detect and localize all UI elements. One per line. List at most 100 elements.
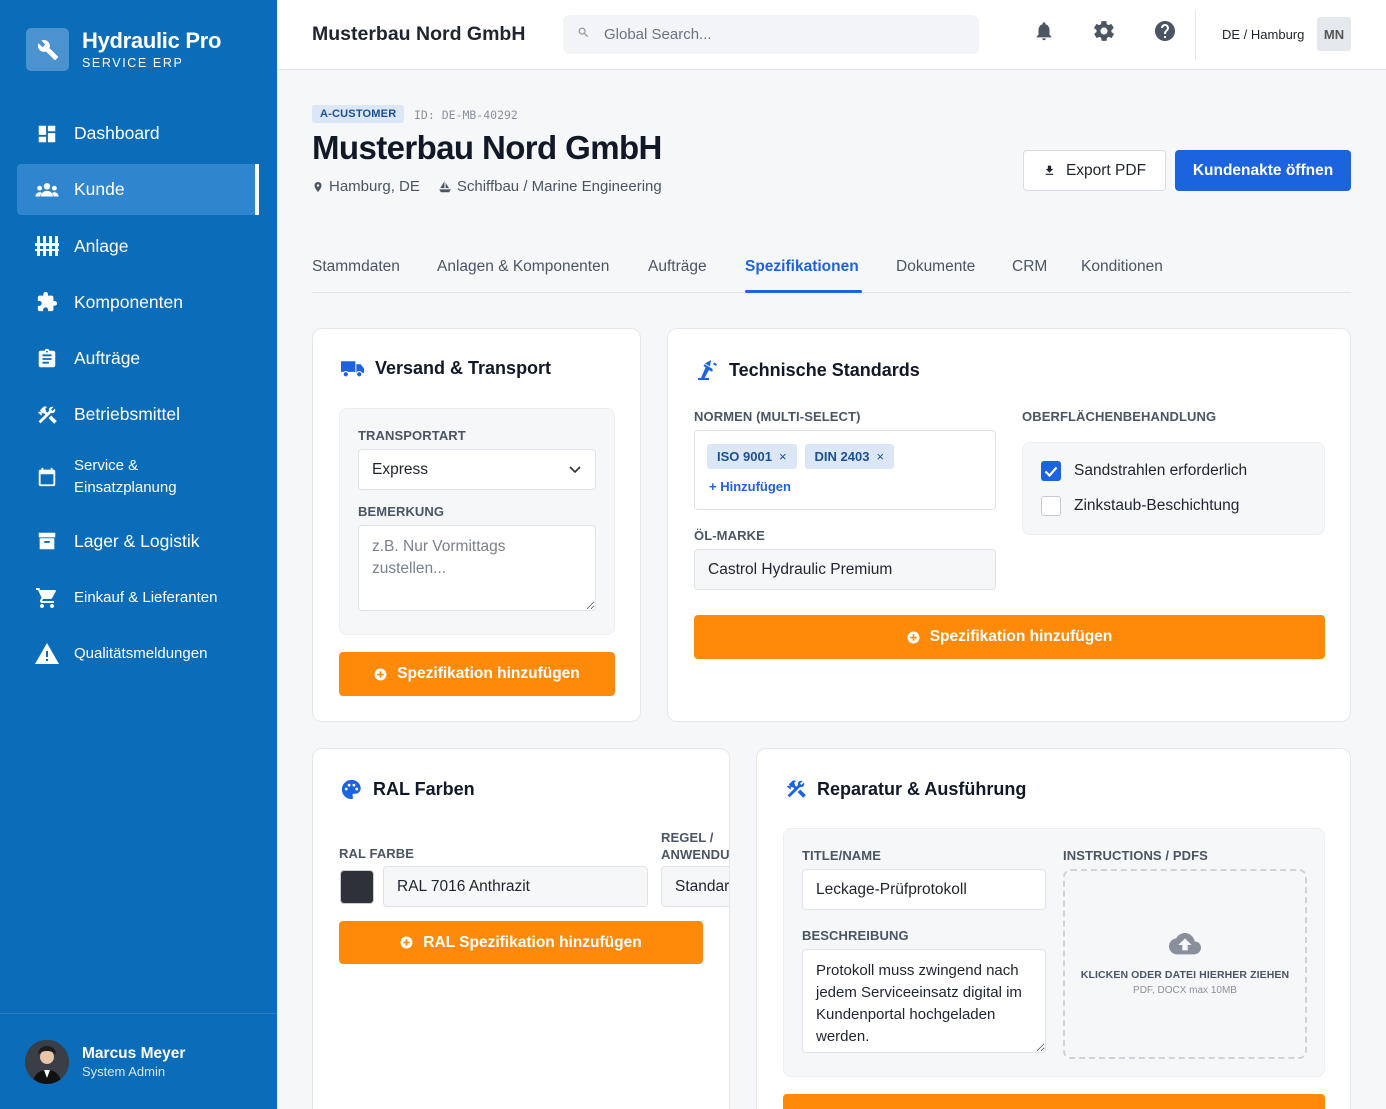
palette-icon — [341, 779, 361, 800]
customer-location: Hamburg, DE — [329, 178, 420, 195]
remark-textarea[interactable] — [358, 525, 596, 611]
sidebar-item-lager[interactable]: Lager & Logistik — [17, 516, 259, 567]
tab-spezifikationen[interactable]: Spezifikationen — [745, 258, 859, 276]
add-ral-spec-button[interactable]: RAL Spezifikation hinzufügen — [339, 921, 703, 964]
tab-stammdaten[interactable]: Stammdaten — [312, 258, 400, 276]
tab-crm[interactable]: CRM — [1012, 258, 1047, 276]
description-textarea[interactable] — [802, 949, 1046, 1053]
sidebar-item-service[interactable]: Service & Einsatzplanung — [17, 446, 259, 508]
sidebar-item-kunde[interactable]: Kunde — [17, 164, 259, 216]
card-title: Versand & Transport — [375, 358, 552, 378]
remark-label: BEMERKUNG — [358, 504, 445, 519]
title-name-label: TITLE/NAME — [802, 848, 881, 863]
plus-circle-icon — [907, 631, 920, 643]
ral-color-swatch[interactable] — [340, 870, 374, 904]
tab-konditionen[interactable]: Konditionen — [1081, 258, 1163, 276]
search-icon — [577, 26, 590, 44]
calendar-icon — [35, 465, 59, 489]
norms-multiselect[interactable]: ISO 9001 × DIN 2403 × + Hinzufügen — [694, 430, 996, 510]
plus-circle-icon — [400, 936, 413, 949]
file-dropzone[interactable]: KLICKEN ODER DATEI HIERHER ZIEHEN PDF, D… — [1063, 869, 1307, 1059]
sidebar-item-label: Service & Einsatzplanung — [74, 456, 177, 496]
warning-icon — [35, 642, 59, 666]
norm-chip[interactable]: ISO 9001 × — [707, 444, 797, 469]
user-name: Marcus Meyer — [82, 1044, 186, 1062]
description-label: BESCHREIBUNG — [802, 928, 909, 943]
tab-bar: Stammdaten Anlagen & Komponenten Aufträg… — [312, 248, 1351, 293]
sidebar-item-qualitaet[interactable]: Qualitätsmeldungen — [17, 628, 259, 679]
norm-chip[interactable]: DIN 2403 × — [804, 444, 895, 469]
gear-icon[interactable] — [1092, 19, 1116, 43]
topbar-title: Musterbau Nord GmbH — [312, 23, 526, 45]
customer-industry: Schiffbau / Marine Engineering — [456, 178, 662, 195]
surface-label: OBERFLÄCHENBEHANDLUNG — [1022, 409, 1217, 424]
sidebar-item-label: Qualitätsmeldungen — [74, 645, 208, 663]
dropzone-hint: PDF, DOCX max 10MB — [1133, 984, 1237, 996]
brand[interactable]: Hydraulic Pro SERVICE ERP — [26, 28, 221, 71]
brand-subtitle: SERVICE ERP — [82, 56, 184, 70]
sidebar-item-anlage[interactable]: Anlage — [17, 221, 259, 272]
sidebar-item-label: Komponenten — [74, 291, 183, 312]
engineering-icon — [698, 360, 717, 380]
reparatur-form: TITLE/NAME Leckage-Prüfprotokoll BESCHRE… — [783, 828, 1325, 1077]
card-title: RAL Farben — [373, 779, 475, 799]
user-profile[interactable]: Marcus Meyer System Admin — [0, 1013, 277, 1109]
page-title: Musterbau Nord GmbH — [312, 129, 662, 166]
checkbox-zinkstaub[interactable]: Zinkstaub-Beschichtung — [1041, 496, 1239, 516]
locale-selector[interactable]: DE / Hamburg — [1222, 27, 1304, 42]
versand-form: TRANSPORTART Express BEMERKUNG — [339, 408, 615, 635]
close-icon[interactable]: × — [876, 449, 884, 464]
user-initials-avatar[interactable]: MN — [1317, 17, 1351, 51]
sidebar-item-label: Lager & Logistik — [74, 530, 200, 551]
sidebar-item-betriebsmittel[interactable]: Betriebsmittel — [17, 389, 259, 440]
help-icon[interactable] — [1153, 19, 1177, 43]
download-icon — [1045, 165, 1054, 175]
topbar: Musterbau Nord GmbH DE / Hamburg MN — [277, 0, 1386, 70]
plant-icon — [35, 234, 59, 258]
sidebar-item-dashboard[interactable]: Dashboard — [17, 108, 259, 159]
card-technische-standards: Technische Standards NORMEN (MULTI-SELEC… — [667, 328, 1351, 722]
checkbox-checked-icon — [1041, 461, 1061, 481]
tab-auftraege[interactable]: Aufträge — [648, 258, 707, 276]
oil-brand-input[interactable]: Castrol Hydraulic Premium — [694, 549, 996, 590]
plus-circle-icon — [374, 668, 387, 680]
transport-label: TRANSPORTART — [358, 428, 466, 443]
sidebar-item-auftraege[interactable]: Aufträge — [17, 333, 259, 384]
search-input[interactable] — [604, 26, 944, 43]
card-versand: Versand & Transport TRANSPORTART Express… — [312, 328, 641, 722]
close-icon[interactable]: × — [779, 449, 787, 464]
dashboard-icon — [35, 122, 59, 146]
norms-label: NORMEN (MULTI-SELECT) — [694, 409, 861, 424]
pdf-label: INSTRUCTIONS / PDFS — [1063, 848, 1208, 863]
sidebar-nav: Dashboard Kunde Anlage Komponenten Auftr… — [17, 108, 259, 685]
title-name-input[interactable]: Leckage-Prüfprotokoll — [802, 869, 1046, 910]
sidebar-item-einkauf[interactable]: Einkauf & Lieferanten — [17, 572, 259, 623]
sidebar-item-label: Aufträge — [74, 348, 141, 369]
ral-color-input[interactable]: RAL 7016 Anthrazit — [383, 866, 648, 907]
tab-anlagen[interactable]: Anlagen & Komponenten — [437, 258, 609, 276]
chevron-down-icon — [569, 465, 581, 473]
sidebar-item-komponenten[interactable]: Komponenten — [17, 277, 259, 328]
checkbox-sandstrahlen[interactable]: Sandstrahlen erforderlich — [1041, 461, 1247, 481]
clipboard-icon — [35, 347, 59, 371]
oil-label: ÖL-MARKE — [694, 528, 765, 543]
add-spec-button-reparatur[interactable] — [783, 1094, 1325, 1109]
add-spec-button-versand[interactable]: Spezifikation hinzufügen — [339, 652, 615, 696]
open-customer-file-button[interactable]: Kundenakte öffnen — [1175, 150, 1351, 191]
global-search[interactable] — [563, 15, 979, 54]
sidebar-item-label: Anlage — [74, 235, 129, 256]
export-pdf-button[interactable]: Export PDF — [1023, 150, 1166, 191]
bell-icon[interactable] — [1032, 19, 1056, 43]
rule-input[interactable]: Standard — [661, 866, 729, 907]
transport-select[interactable]: Express — [358, 449, 596, 490]
active-tab-indicator — [745, 290, 862, 293]
tab-dokumente[interactable]: Dokumente — [896, 258, 975, 276]
card-reparatur: Reparatur & Ausführung TITLE/NAME Leckag… — [756, 748, 1351, 1109]
customer-tag: A-CUSTOMER — [312, 105, 405, 123]
add-spec-button-technik[interactable]: Spezifikation hinzufügen — [694, 615, 1325, 659]
cart-icon — [35, 586, 59, 610]
add-norm-link[interactable]: + Hinzufügen — [709, 479, 995, 494]
sidebar-item-label: Kunde — [74, 179, 125, 200]
ship-icon — [439, 180, 451, 192]
ral-color-label: RAL FARBE — [339, 846, 415, 861]
